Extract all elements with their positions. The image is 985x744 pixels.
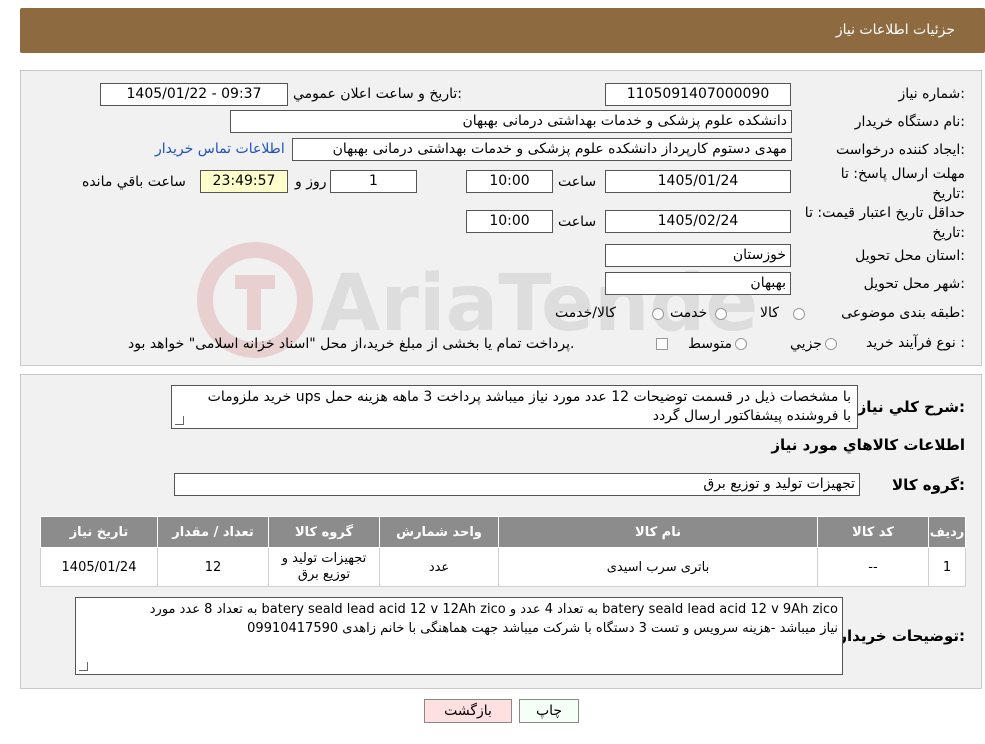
header-date: تاریخ نیاز xyxy=(40,516,158,548)
category-goods-service-radio[interactable] xyxy=(652,308,664,320)
cell-code: -- xyxy=(817,547,929,587)
deadline-label: مهلت ارسال پاسخ: تا xyxy=(840,166,965,182)
validity-time-label: ساعت xyxy=(558,214,597,230)
province-field: خوزستان xyxy=(605,244,791,267)
category-service-radio[interactable] xyxy=(715,308,727,320)
validity-date-field: 1405/02/24 xyxy=(605,210,791,233)
buyer-org-label: نام دستگاه خریدار: xyxy=(854,114,965,130)
deadline-time-field: 10:00 xyxy=(466,170,553,193)
header-unit: واحد شمارش xyxy=(379,516,499,548)
cell-name: باتری سرب اسیدی xyxy=(498,547,818,587)
resize-grip-icon[interactable] xyxy=(79,662,88,671)
category-goods-service-label: کالا/خدمت xyxy=(555,305,616,321)
summary-line-1: خرید ملزومات ups با مشخصات ذیل در قسمت ت… xyxy=(207,389,851,405)
validity-label-2: تاریخ: xyxy=(932,225,965,241)
goods-group-label: گروه کالا: xyxy=(892,476,965,494)
print-button[interactable]: چاپ xyxy=(519,699,579,723)
cell-row-number: 1 xyxy=(928,547,966,587)
process-minor-radio[interactable] xyxy=(825,338,837,350)
process-medium-label: متوسط xyxy=(688,336,732,352)
category-goods-label: کالا xyxy=(760,305,779,321)
remaining-time-label: ساعت باقي مانده xyxy=(82,174,186,190)
remaining-time-field: 23:49:57 xyxy=(200,170,288,193)
days-field: 1 xyxy=(330,170,417,193)
buyer-notes-label: توضیحات خریدار: xyxy=(838,627,965,645)
need-number-label: شماره نیاز: xyxy=(898,86,965,102)
process-minor-label: جزیي xyxy=(790,336,822,352)
table-row: 1 -- باتری سرب اسیدی عدد تجهیزات تولید و… xyxy=(40,547,966,587)
page-header: جزئیات اطلاعات نیاز xyxy=(20,8,985,53)
creator-field: مهدی دستوم کارپرداز دانشکده علوم پزشکی و… xyxy=(292,138,792,161)
category-service-label: خدمت xyxy=(670,305,708,321)
treasury-checkbox[interactable] xyxy=(656,338,668,350)
cell-group-line-1: تجهیزات تولید و xyxy=(281,551,367,566)
process-type-label: نوع فرآیند خرید : xyxy=(866,335,965,351)
goods-group-field: تجهیزات تولید و توزیع برق xyxy=(174,473,860,496)
announce-datetime-field: 1405/01/22 - 09:37 xyxy=(100,83,288,106)
validity-time-field: 10:00 xyxy=(466,210,553,233)
table-header-row: ردیف کد کالا نام کالا واحد شمارش گروه کا… xyxy=(40,516,966,548)
days-label: روز و xyxy=(295,174,327,190)
creator-label: ایجاد کننده درخواست: xyxy=(836,142,965,158)
cell-unit: عدد xyxy=(379,547,499,587)
deadline-time-label: ساعت xyxy=(558,174,597,190)
page-title: جزئیات اطلاعات نیاز xyxy=(835,22,955,38)
resize-grip-icon[interactable] xyxy=(175,416,184,425)
summary-label: شرح کلي نیاز: xyxy=(857,398,965,416)
header-group: گروه کالا xyxy=(268,516,380,548)
summary-line-2: با فروشنده پیشفاکتور ارسال گردد xyxy=(652,408,851,424)
province-label: استان محل تحویل: xyxy=(855,248,965,264)
cell-group: تجهیزات تولید و توزیع برق xyxy=(268,547,380,587)
validity-label: حداقل تاریخ اعتبار قیمت: تا xyxy=(804,205,965,221)
need-number-field: 1105091407000090 xyxy=(605,83,791,106)
process-medium-radio[interactable] xyxy=(735,338,747,350)
buyer-notes-line-2: نیاز میباشد -هزینه سرویس و تست 3 دستگاه … xyxy=(247,621,838,636)
deadline-label-2: تاریخ: xyxy=(932,186,965,202)
process-note: پرداخت تمام یا بخشی از مبلغ خرید،از محل … xyxy=(128,336,575,352)
header-row-number: ردیف xyxy=(928,516,966,548)
buyer-notes-line-1: batery seald lead acid 12 v 9Ah zico به … xyxy=(149,602,838,617)
announce-label: تاریخ و ساعت اعلان عمومي: xyxy=(293,86,462,102)
header-code: کد کالا xyxy=(817,516,929,548)
cell-group-line-2: توزیع برق xyxy=(297,567,351,582)
items-table: ردیف کد کالا نام کالا واحد شمارش گروه کا… xyxy=(40,516,966,587)
back-button[interactable]: بازگشت xyxy=(424,699,512,723)
buyer-org-field: دانشکده علوم پزشکی و خدمات بهداشتی درمان… xyxy=(230,110,792,133)
city-label: شهر محل تحویل: xyxy=(863,276,965,292)
buyer-notes-textarea[interactable]: batery seald lead acid 12 v 9Ah zico به … xyxy=(75,597,843,675)
goods-info-title: اطلاعات کالاهاي مورد نیاز xyxy=(771,436,965,454)
city-field: بهبهان xyxy=(605,272,791,295)
deadline-date-field: 1405/01/24 xyxy=(605,170,791,193)
header-name: نام کالا xyxy=(498,516,818,548)
header-quantity: تعداد / مقدار xyxy=(157,516,269,548)
summary-textarea[interactable]: خرید ملزومات ups با مشخصات ذیل در قسمت ت… xyxy=(171,385,858,429)
category-label: طبقه بندی موضوعی: xyxy=(841,305,965,321)
cell-quantity: 12 xyxy=(157,547,269,587)
cell-date: 1405/01/24 xyxy=(40,547,158,587)
category-goods-radio[interactable] xyxy=(793,308,805,320)
buyer-contact-link[interactable]: اطلاعات تماس خریدار xyxy=(155,141,285,157)
